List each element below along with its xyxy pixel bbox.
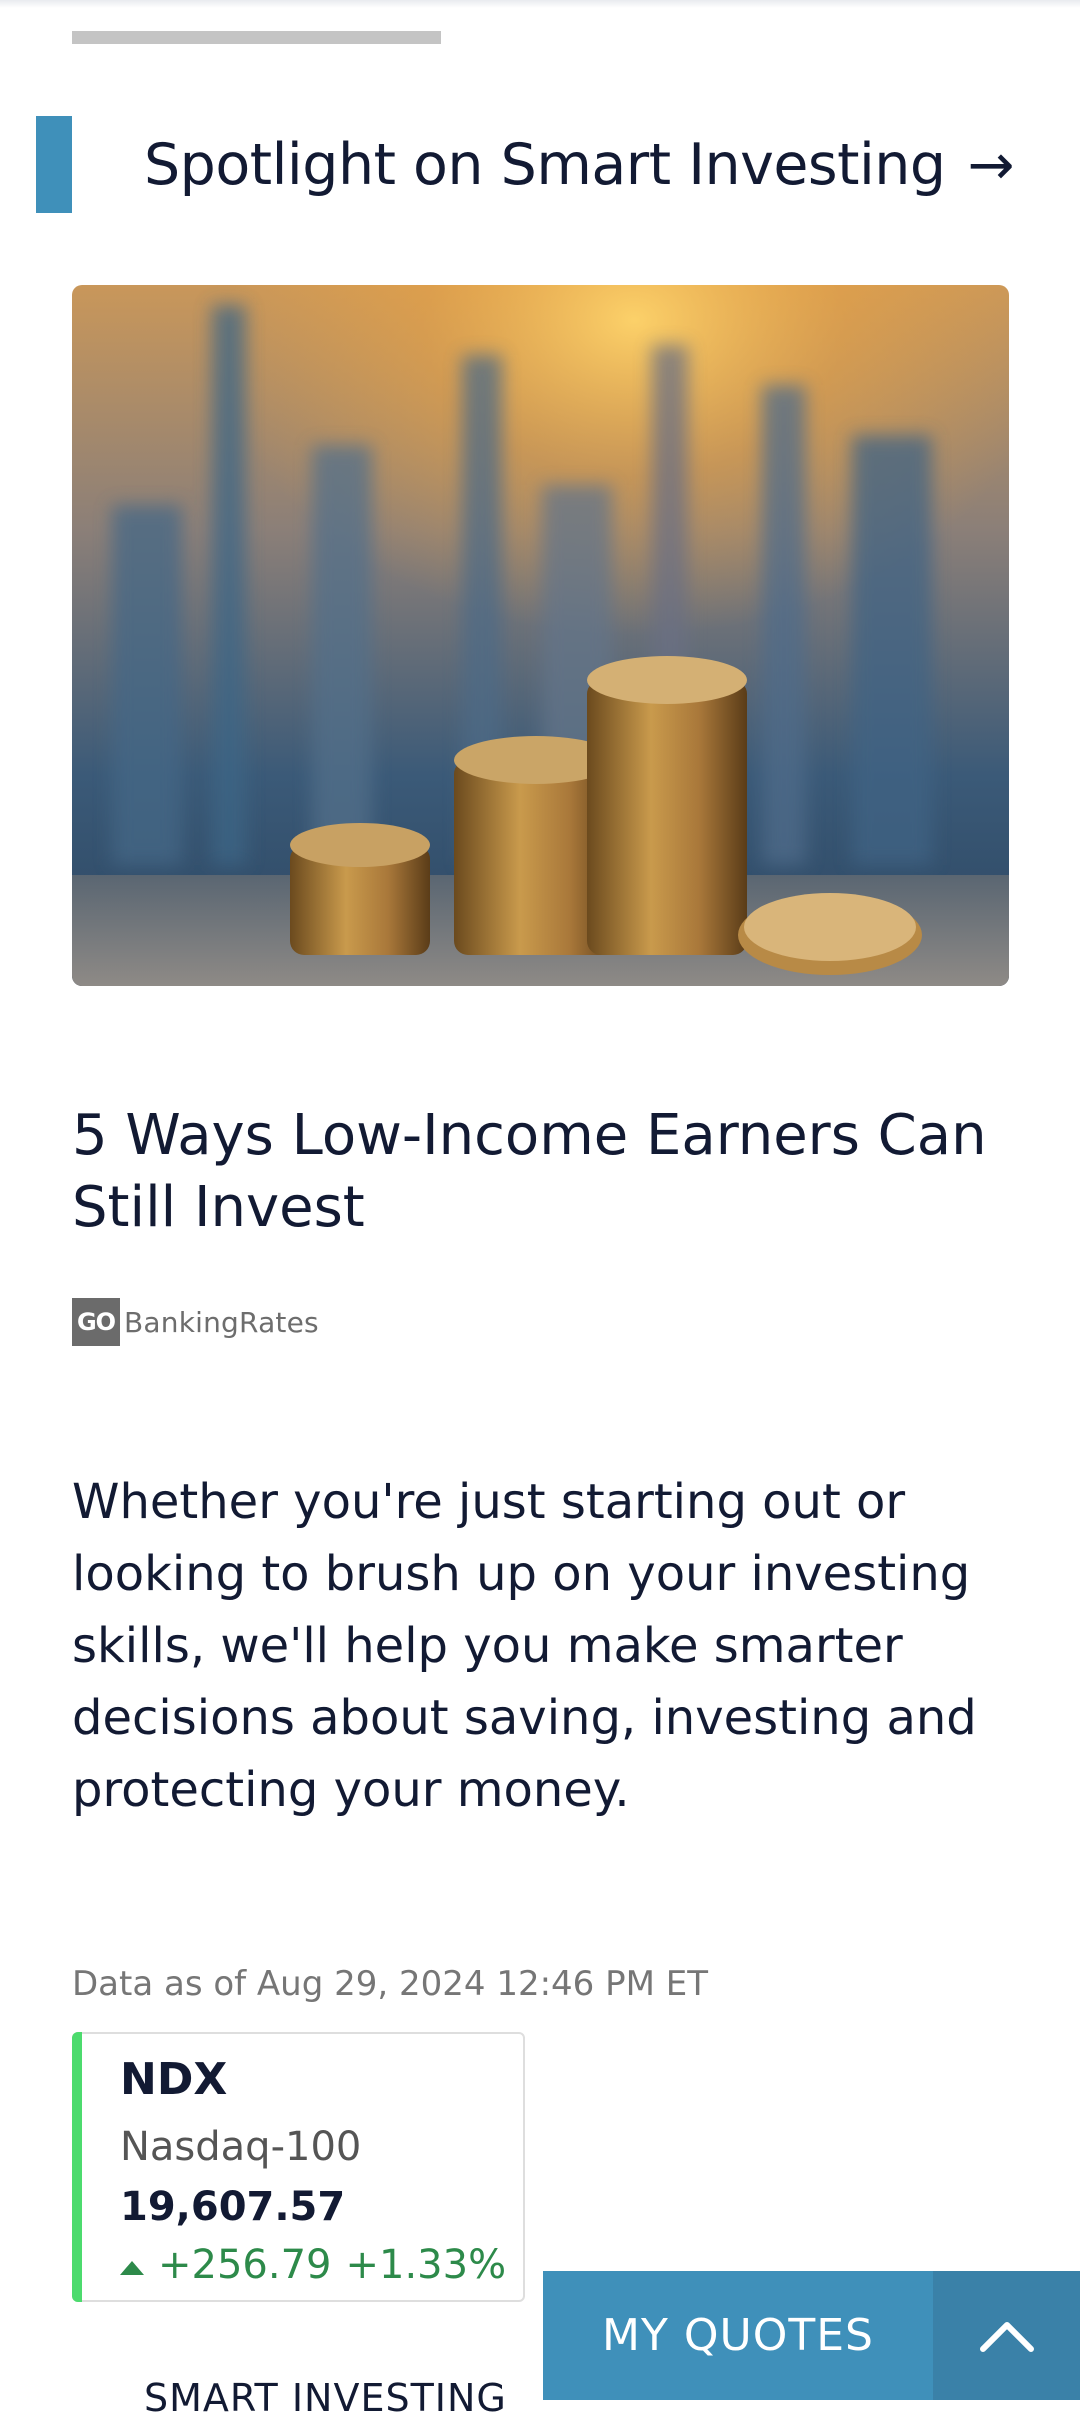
triangle-up-icon xyxy=(120,2261,144,2275)
data-timestamp: Data as of Aug 29, 2024 12:46 PM ET xyxy=(72,1964,709,2004)
reading-progress-bar xyxy=(72,31,441,44)
next-section-label: SMART INVESTING xyxy=(144,2376,507,2420)
quote-change-value: +256.79 xyxy=(158,2242,332,2288)
my-quotes-button[interactable]: MY QUOTES xyxy=(543,2271,933,2400)
quote-symbol: NDX xyxy=(120,2054,228,2105)
quote-card-ndx[interactable]: NDX Nasdaq-100 19,607.57 +256.79 +1.33% xyxy=(72,2032,525,2302)
section-title-link[interactable]: Spotlight on Smart Investing → xyxy=(144,122,1015,208)
quote-change-percent: +1.33% xyxy=(345,2242,507,2288)
article-source[interactable]: GO BankingRates xyxy=(72,1298,319,1346)
quote-change: +256.79 +1.33% xyxy=(120,2242,506,2288)
quote-status-bar xyxy=(72,2032,82,2302)
article-summary: Whether you're just starting out or look… xyxy=(72,1474,977,1818)
section-title: Spotlight on Smart Investing xyxy=(144,132,946,198)
source-name: BankingRates xyxy=(124,1305,319,1339)
quote-name: Nasdaq-100 xyxy=(120,2124,362,2170)
section-accent-bar xyxy=(36,116,72,213)
chevron-up-icon xyxy=(979,2321,1034,2352)
article-hero-image[interactable] xyxy=(72,285,1009,986)
expand-quotes-button[interactable] xyxy=(933,2271,1080,2400)
article-title[interactable]: 5 Ways Low-Income Earners Can Still Inve… xyxy=(72,1100,1008,1244)
arrow-right-icon: → xyxy=(967,132,1015,198)
gobankingrates-logo: GO xyxy=(72,1298,120,1346)
quote-price: 19,607.57 xyxy=(120,2184,346,2230)
top-shadow xyxy=(0,0,1080,8)
